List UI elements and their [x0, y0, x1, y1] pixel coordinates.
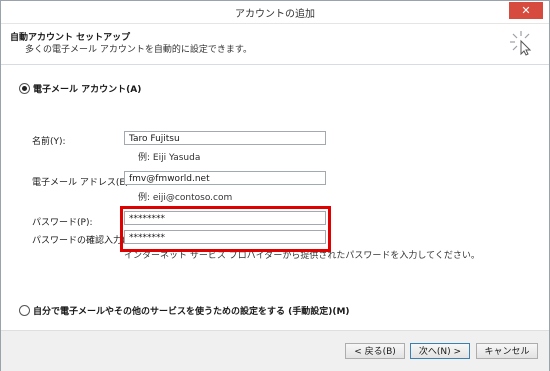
close-button[interactable]: ✕ [509, 2, 543, 19]
password-label: パスワード(P): [32, 218, 93, 228]
password-note: インターネット サービス プロバイダーから提供されたパスワードを入力してください… [124, 251, 480, 261]
name-input[interactable]: Taro Fujitsu [124, 131, 326, 145]
email-account-radio-label[interactable]: 電子メール アカウント(A) [33, 82, 141, 95]
cursor-sparkle-icon [510, 31, 532, 56]
password-confirm-input[interactable]: ******** [124, 230, 326, 244]
header-subtitle: 多くの電子メール アカウントを自動的に設定できます。 [25, 45, 252, 55]
manual-setup-radio[interactable] [19, 305, 30, 316]
wizard-header: 自動アカウント セットアップ 多くの電子メール アカウントを自動的に設定できます… [1, 24, 549, 65]
email-example: 例: eiji@contoso.com [138, 193, 233, 203]
name-label: 名前(Y): [32, 137, 66, 147]
title-bar: アカウントの追加 ✕ [1, 1, 549, 24]
email-input[interactable]: fmv@fmworld.net [124, 171, 326, 185]
password-input[interactable]: ******** [124, 211, 326, 225]
add-account-dialog: アカウントの追加 ✕ 自動アカウント セットアップ 多くの電子メール アカウント… [0, 0, 550, 371]
email-label: 電子メール アドレス(E): [32, 178, 132, 188]
next-button[interactable]: 次へ(N) > [410, 343, 470, 359]
cancel-button[interactable]: キャンセル [476, 343, 538, 359]
manual-setup-radio-label[interactable]: 自分で電子メールやその他のサービスを使うための設定をする (手動設定)(M) [33, 304, 350, 317]
password-confirm-label: パスワードの確認入力(T): [32, 236, 138, 246]
email-account-radio[interactable] [19, 83, 30, 94]
button-bar: < 戻る(B) 次へ(N) > キャンセル [1, 330, 549, 371]
window-title: アカウントの追加 [235, 9, 315, 20]
name-example: 例: Eiji Yasuda [138, 153, 201, 163]
back-button[interactable]: < 戻る(B) [345, 343, 405, 359]
